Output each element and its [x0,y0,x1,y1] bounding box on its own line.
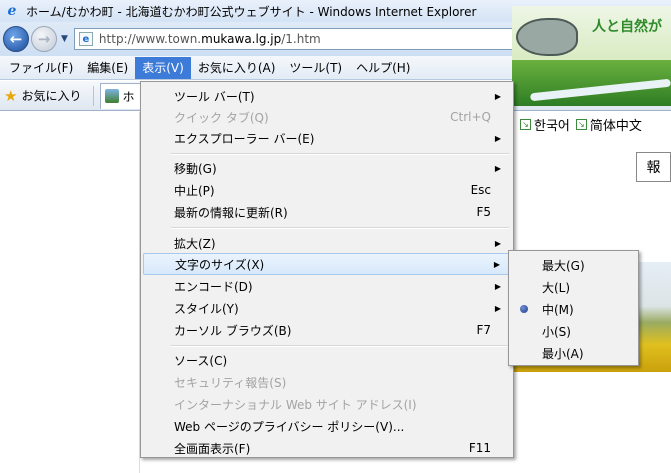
view-menu-refresh[interactable]: 最新の情報に更新(R) F5 [143,201,511,223]
page-icon: e [78,32,93,46]
menu-file[interactable]: ファイル(F) [2,57,80,79]
favorites-star-icon[interactable]: ★ [4,87,17,105]
view-menu-encoding[interactable]: エンコード(D) ▶ [143,275,511,297]
favorites-button-label[interactable]: お気に入り [21,87,81,104]
view-menu-privacy-policy[interactable]: Web ページのプライバシー ポリシー(V)... [143,415,511,437]
arrow-icon: ↘ [575,118,587,130]
toolbar-divider [93,85,95,106]
menu-separator [171,153,509,155]
view-menu-toolbars[interactable]: ツール バー(T) ▶ [143,85,511,107]
text-size-larger[interactable]: 大(L) [511,276,636,298]
view-menu-style[interactable]: スタイル(Y) ▶ [143,297,511,319]
recent-pages-dropdown-icon[interactable]: ▼ [61,34,68,44]
menu-item-shortcut: F11 [468,441,491,455]
submenu-arrow-icon: ▶ [493,259,500,269]
menu-item-label: 移動(G) [174,161,217,176]
info-tag[interactable]: 報 [636,152,671,182]
menu-item-label: クイック タブ(Q) [174,110,269,125]
menu-item-shortcut: Ctrl+Q [450,110,491,124]
menu-view[interactable]: 表示(V) [135,56,191,79]
lang-korean-label: 한국어 [534,118,570,134]
submenu-arrow-icon: ▶ [494,238,501,248]
back-button[interactable]: ← [3,26,29,52]
view-menu-explorer-bar[interactable]: エクスプローラー バー(E) ▶ [143,127,511,149]
menu-separator [171,227,509,229]
text-size-smaller[interactable]: 小(S) [511,320,636,342]
tab-label: ホ [122,89,135,104]
text-size-submenu: 最大(G) 大(L) 中(M) 小(S) 最小(A) [508,250,639,366]
menu-item-label: エンコード(D) [174,279,253,294]
menu-item-label: 中止(P) [174,183,215,198]
menu-item-label: セキュリティ報告(S) [174,375,287,390]
view-menu-international-address: インターナショナル Web サイト アドレス(I) [143,393,511,415]
text-size-largest[interactable]: 最大(G) [511,254,636,276]
site-favicon-icon [105,89,120,103]
menu-favorites[interactable]: お気に入り(A) [191,57,283,79]
view-menu-quick-tabs: クイック タブ(Q) Ctrl+Q [143,106,511,128]
submenu-arrow-icon: ▶ [494,91,501,101]
menu-edit[interactable]: 編集(E) [80,57,135,79]
submenu-arrow-icon: ▶ [494,133,501,143]
ie-logo-icon: e [7,3,17,19]
left-pane [0,112,140,473]
url-prefix: http://www.town. [98,32,202,46]
menu-item-label: 小(S) [542,324,571,339]
submenu-arrow-icon: ▶ [494,163,501,173]
url-suffix: /1.htm [281,32,321,46]
lang-link-chinese[interactable]: ↘ 简体中文 [575,115,642,134]
window-title: ホーム/むかわ町 - 北海道むかわ町公式ウェブサイト - Windows Int… [26,4,477,19]
lang-link-korean[interactable]: ↘ 한국어 [520,115,570,134]
menu-separator [171,345,509,347]
url-domain: mukawa.lg.jp [201,32,282,46]
menu-item-label: 文字のサイズ(X) [175,257,265,272]
menu-help[interactable]: ヘルプ(H) [349,57,417,79]
address-url[interactable]: http://www.town.mukawa.lg.jp/1.htm [99,32,321,46]
menu-item-label: 中(M) [542,302,574,317]
view-menu: ツール バー(T) ▶ クイック タブ(Q) Ctrl+Q エクスプローラー バ… [140,81,514,458]
menu-item-label: ソース(C) [174,353,228,368]
menu-item-label: スタイル(Y) [174,301,239,316]
text-size-medium[interactable]: 中(M) [511,298,636,320]
menu-item-label: 大(L) [542,280,571,295]
language-links: ↘ 한국어 ↘ 简体中文 [512,112,671,136]
view-menu-stop[interactable]: 中止(P) Esc [143,179,511,201]
menu-item-shortcut: F5 [476,205,491,219]
site-slogan: 人と自然が [592,19,662,35]
menu-item-label: 最小(A) [542,346,584,361]
lang-chinese-label: 简体中文 [589,118,642,134]
menu-item-label: 最新の情報に更新(R) [174,205,288,220]
menu-item-label: カーソル ブラウズ(B) [174,323,292,338]
menu-item-label: 拡大(Z) [174,236,216,251]
menu-item-label: エクスプローラー バー(E) [174,131,315,146]
text-size-smallest[interactable]: 最小(A) [511,342,636,364]
menu-item-shortcut: F7 [476,323,491,337]
menu-item-label: インターナショナル Web サイト アドレス(I) [174,397,417,412]
submenu-arrow-icon: ▶ [494,281,501,291]
menu-item-label: Web ページのプライバシー ポリシー(V)... [174,419,405,434]
view-menu-zoom[interactable]: 拡大(Z) ▶ [143,232,511,254]
view-menu-security-report: セキュリティ報告(S) [143,371,511,393]
forward-button[interactable]: → [31,26,57,52]
menu-item-label: ツール バー(T) [174,89,255,104]
submenu-arrow-icon: ▶ [494,303,501,313]
view-menu-source[interactable]: ソース(C) [143,349,511,371]
view-menu-caret-browsing[interactable]: カーソル ブラウズ(B) F7 [143,319,511,341]
view-menu-full-screen[interactable]: 全画面表示(F) F11 [143,437,511,459]
view-menu-text-size[interactable]: 文字のサイズ(X) ▶ [143,253,511,275]
menu-item-label: 最大(G) [542,258,585,273]
menu-item-label: 全画面表示(F) [174,441,251,456]
fish-mascot-image [516,18,578,56]
menu-tools[interactable]: ツール(T) [282,57,349,79]
menu-item-shortcut: Esc [470,183,491,197]
view-menu-go-to[interactable]: 移動(G) ▶ [143,157,511,179]
arrow-icon: ↘ [520,118,531,130]
selected-radio-icon [520,305,528,313]
